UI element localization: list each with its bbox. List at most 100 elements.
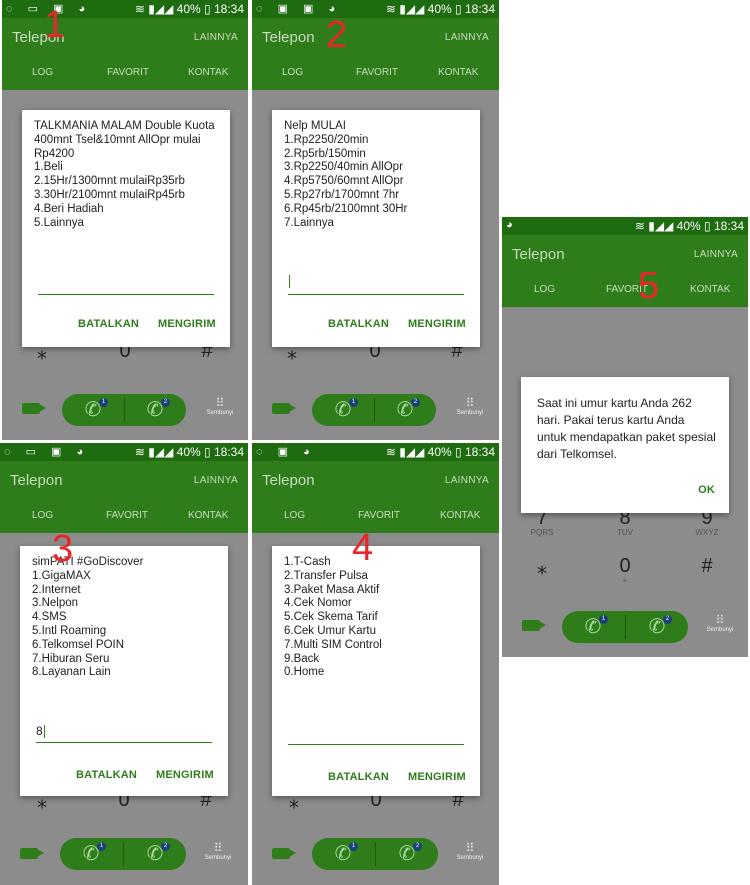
wifi-icon: ≋ (385, 2, 396, 16)
key-star[interactable]: ⁎ (517, 555, 567, 580)
signal-icon: ▮◢◢ (148, 445, 174, 459)
dialpad-icon[interactable]: ⠿ Sembunyi (700, 613, 740, 633)
dialpad-icon[interactable]: ⠿ Sembunyi (450, 841, 490, 861)
status-bar: ◕ ≋ ▮◢◢ 40% ▯ 18:34 (502, 217, 748, 235)
battery-percent: 40% (427, 445, 452, 459)
status-bar: ◌ ▣ ▣ ◕ ≋ ▮◢◢ 40% ▯ 18:34 (252, 0, 499, 18)
more-button[interactable]: LAINNYA (445, 32, 489, 43)
call-sim1-button[interactable]: ✆ 1 (78, 842, 106, 866)
signal-icon: ▮◢◢ (399, 445, 425, 459)
notification-icons: ◌ ▣ ◕ (256, 446, 316, 458)
tab-log[interactable]: LOG (32, 510, 53, 521)
send-button[interactable]: MENGIRIM (408, 771, 466, 783)
wifi-icon: ≋ (385, 445, 396, 459)
tab-favorit[interactable]: FAVORIT (106, 510, 148, 521)
tab-kontak[interactable]: KONTAK (188, 67, 228, 78)
tab-favorit[interactable]: FAVORIT (107, 67, 149, 78)
call-sim1-button[interactable]: ✆ 1 (330, 398, 358, 422)
send-button[interactable]: MENGIRIM (156, 769, 214, 781)
tab-kontak[interactable]: KONTAK (440, 510, 480, 521)
ussd-input[interactable] (288, 744, 464, 745)
more-button[interactable]: LAINNYA (694, 249, 738, 260)
call-sim2-button[interactable]: ✆ 2 (392, 398, 420, 422)
video-call-icon[interactable] (272, 403, 296, 414)
more-button[interactable]: LAINNYA (194, 475, 238, 486)
dialpad-icon[interactable]: ⠿ Sembunyi (200, 396, 240, 416)
notification-icons: ◌ ▭ ▣ ◕ (4, 446, 90, 458)
battery-percent: 40% (176, 445, 201, 459)
notification-icons: ◕ (506, 219, 519, 231)
tab-bar: LOG FAVORIT KONTAK (252, 501, 499, 533)
app-title: Telepon (10, 472, 63, 489)
call-sim1-button[interactable]: ✆ 1 (580, 615, 608, 639)
tab-log[interactable]: LOG (534, 284, 555, 295)
screenshot-panel-3: ◌ ▭ ▣ ◕ ≋ ▮◢◢ 40% ▯ 18:34 Telepon LAINNY… (0, 443, 248, 885)
tab-bar: LOG FAVORIT KONTAK (502, 275, 748, 307)
call-sim1-button[interactable]: ✆ 1 (330, 842, 358, 866)
ussd-input[interactable] (36, 742, 212, 743)
video-call-icon[interactable] (22, 403, 46, 414)
status-bar: ◌ ▣ ◕ ≋ ▮◢◢ 40% ▯ 18:34 (252, 443, 499, 461)
text-cursor (289, 275, 290, 289)
app-title: Telepon (512, 246, 565, 263)
info-message: Saat ini umur kartu Anda 262 hari. Pakai… (537, 396, 716, 461)
step-number-label: 5 (638, 265, 660, 307)
call-sim2-button[interactable]: ✆ 2 (142, 842, 170, 866)
battery-icon: ▯ (704, 219, 711, 233)
cancel-button[interactable]: BATALKAN (328, 318, 389, 330)
cancel-button[interactable]: BATALKAN (78, 318, 139, 330)
dialpad-icon[interactable]: ⠿ Sembunyi (198, 841, 238, 861)
wifi-icon: ≋ (634, 219, 645, 233)
ussd-input-text[interactable] (288, 274, 290, 289)
ussd-input[interactable] (38, 294, 214, 295)
app-bar: Telepon LAINNYA (2, 18, 248, 58)
more-button[interactable]: LAINNYA (445, 475, 489, 486)
battery-percent: 40% (427, 2, 452, 16)
ussd-message: 1.T-Cash 2.Transfer Pulsa 3.Paket Masa A… (284, 556, 382, 679)
call-sim2-button[interactable]: ✆ 2 (644, 615, 672, 639)
tab-log[interactable]: LOG (32, 67, 53, 78)
battery-icon: ▯ (455, 2, 462, 16)
key-zero[interactable]: 0 + (600, 555, 650, 585)
ussd-input-text[interactable]: 8 (36, 724, 45, 739)
video-call-icon[interactable] (20, 848, 44, 859)
cancel-button[interactable]: BATALKAN (76, 769, 137, 781)
cancel-button[interactable]: BATALKAN (328, 771, 389, 783)
info-dialog: Saat ini umur kartu Anda 262 hari. Pakai… (521, 377, 729, 513)
tab-favorit[interactable]: FAVORIT (358, 510, 400, 521)
tab-kontak[interactable]: KONTAK (438, 67, 478, 78)
tab-bar: LOG FAVORIT KONTAK (2, 58, 248, 90)
ussd-dialog: 1.T-Cash 2.Transfer Pulsa 3.Paket Masa A… (272, 546, 480, 796)
step-number-label: 1 (44, 4, 66, 46)
step-number-label: 2 (326, 14, 348, 56)
call-sim2-button[interactable]: ✆ 2 (142, 398, 170, 422)
call-sim2-button[interactable]: ✆ 2 (394, 842, 422, 866)
call-sim1-button[interactable]: ✆ 1 (80, 398, 108, 422)
clock: 18:34 (713, 219, 744, 233)
more-button[interactable]: LAINNYA (194, 32, 238, 43)
tab-favorit[interactable]: FAVORIT (356, 67, 398, 78)
tab-kontak[interactable]: KONTAK (188, 510, 228, 521)
status-bar: ◌ ▭ ▣ ◕ ≋ ▮◢◢ 40% ▯ 18:34 (2, 0, 248, 18)
battery-icon: ▯ (204, 445, 211, 459)
send-button[interactable]: MENGIRIM (408, 318, 466, 330)
tab-bar: LOG FAVORIT KONTAK (252, 58, 499, 90)
video-call-icon[interactable] (272, 848, 296, 859)
key-hash[interactable]: # (682, 555, 732, 578)
video-call-icon[interactable] (522, 620, 546, 631)
call-buttons: ✆ 1 ✆ 2 (60, 838, 186, 870)
tab-log[interactable]: LOG (284, 510, 305, 521)
dialpad-icon[interactable]: ⠿ Sembunyi (450, 396, 490, 416)
ok-button[interactable]: OK (698, 484, 715, 496)
tab-kontak[interactable]: KONTAK (690, 284, 730, 295)
ussd-dialog: TALKMANIA MALAM Double Kuota 400mnt Tsel… (22, 110, 230, 347)
ussd-input[interactable] (288, 294, 464, 295)
call-buttons: ✆ 1 ✆ 2 (312, 394, 436, 426)
app-bar: Telepon LAINNYA (502, 235, 748, 275)
status-bar: ◌ ▭ ▣ ◕ ≋ ▮◢◢ 40% ▯ 18:34 (0, 443, 248, 461)
send-button[interactable]: MENGIRIM (158, 318, 216, 330)
ussd-message: TALKMANIA MALAM Double Kuota 400mnt Tsel… (34, 120, 215, 229)
battery-icon: ▯ (455, 445, 462, 459)
tab-log[interactable]: LOG (282, 67, 303, 78)
screenshot-panel-4: ◌ ▣ ◕ ≋ ▮◢◢ 40% ▯ 18:34 Telepon LAINNYA … (252, 443, 499, 885)
